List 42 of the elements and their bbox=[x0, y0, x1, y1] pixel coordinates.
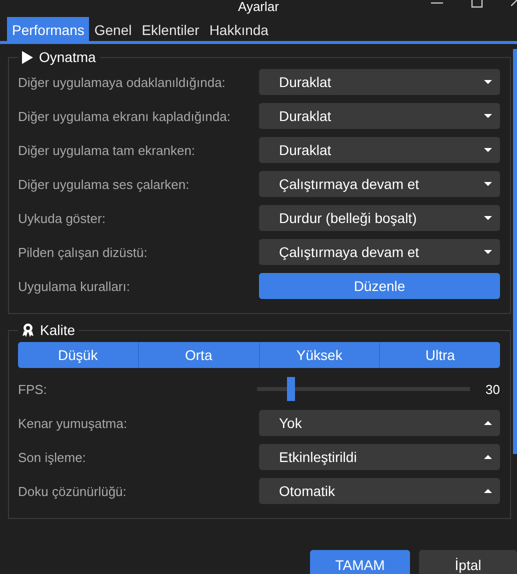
setting-label: Diğer uygulama ekranı kapladığında: bbox=[18, 108, 232, 124]
slider-thumb[interactable] bbox=[287, 377, 295, 401]
close-icon[interactable] bbox=[511, 0, 517, 6]
dropdown[interactable]: Duraklat bbox=[259, 137, 500, 163]
tab[interactable]: Genel bbox=[89, 17, 137, 41]
quality-option[interactable]: Düşük bbox=[18, 342, 138, 368]
dialog-button[interactable]: TAMAM bbox=[310, 550, 410, 574]
maximize-icon[interactable] bbox=[471, 0, 483, 8]
dropdown[interactable]: Çalıştırmaya devam et bbox=[259, 239, 500, 265]
play-icon bbox=[22, 50, 33, 64]
setting-label: Kenar yumuşatma: bbox=[18, 416, 128, 430]
award-icon bbox=[22, 323, 34, 337]
dropdown[interactable]: Yok bbox=[259, 410, 500, 436]
dropdown[interactable]: Otomatik bbox=[259, 478, 500, 504]
setting-label: Pilden çalışan dizüstü: bbox=[18, 244, 148, 260]
section-title: Kalite bbox=[40, 322, 76, 338]
setting-label: FPS: bbox=[18, 382, 48, 396]
minimize-icon[interactable] bbox=[431, 0, 443, 6]
section-title: Oynatma bbox=[39, 49, 96, 65]
dropdown[interactable]: Duraklat bbox=[259, 69, 500, 95]
dropdown[interactable]: Etkinleştirildi bbox=[259, 444, 500, 470]
setting-label: Son işleme: bbox=[18, 450, 87, 464]
dropdown[interactable]: Çalıştırmaya devam et bbox=[259, 171, 500, 197]
setting-label: Uygulama kuralları: bbox=[18, 278, 131, 294]
dropdown[interactable]: Duraklat bbox=[259, 103, 500, 129]
window-title: Ayarlar bbox=[238, 0, 279, 14]
setting-label: Doku çözünürlüğü: bbox=[18, 484, 128, 498]
edit-button[interactable]: Düzenle bbox=[259, 273, 500, 299]
tab[interactable]: Hakkında bbox=[204, 17, 274, 41]
setting-label: Diğer uygulamaya odaklanıldığında: bbox=[18, 74, 226, 90]
setting-label: Diğer uygulama tam ekranken: bbox=[18, 142, 196, 158]
tab[interactable]: Performans bbox=[7, 17, 90, 41]
scrollbar[interactable] bbox=[513, 49, 517, 454]
quality-option[interactable]: Yüksek bbox=[258, 342, 380, 368]
setting-label: Diğer uygulama ses çalarken: bbox=[18, 176, 190, 192]
fps-value: 30 bbox=[486, 382, 500, 396]
tab[interactable]: Eklentiler bbox=[136, 17, 204, 41]
dialog-button[interactable]: İptal bbox=[419, 550, 517, 574]
quality-option[interactable]: Orta bbox=[138, 342, 258, 368]
quality-option[interactable]: Ultra bbox=[379, 342, 500, 368]
dropdown[interactable]: Durdur (belleği boşalt) bbox=[259, 205, 500, 231]
setting-label: Uykuda göster: bbox=[18, 210, 106, 226]
